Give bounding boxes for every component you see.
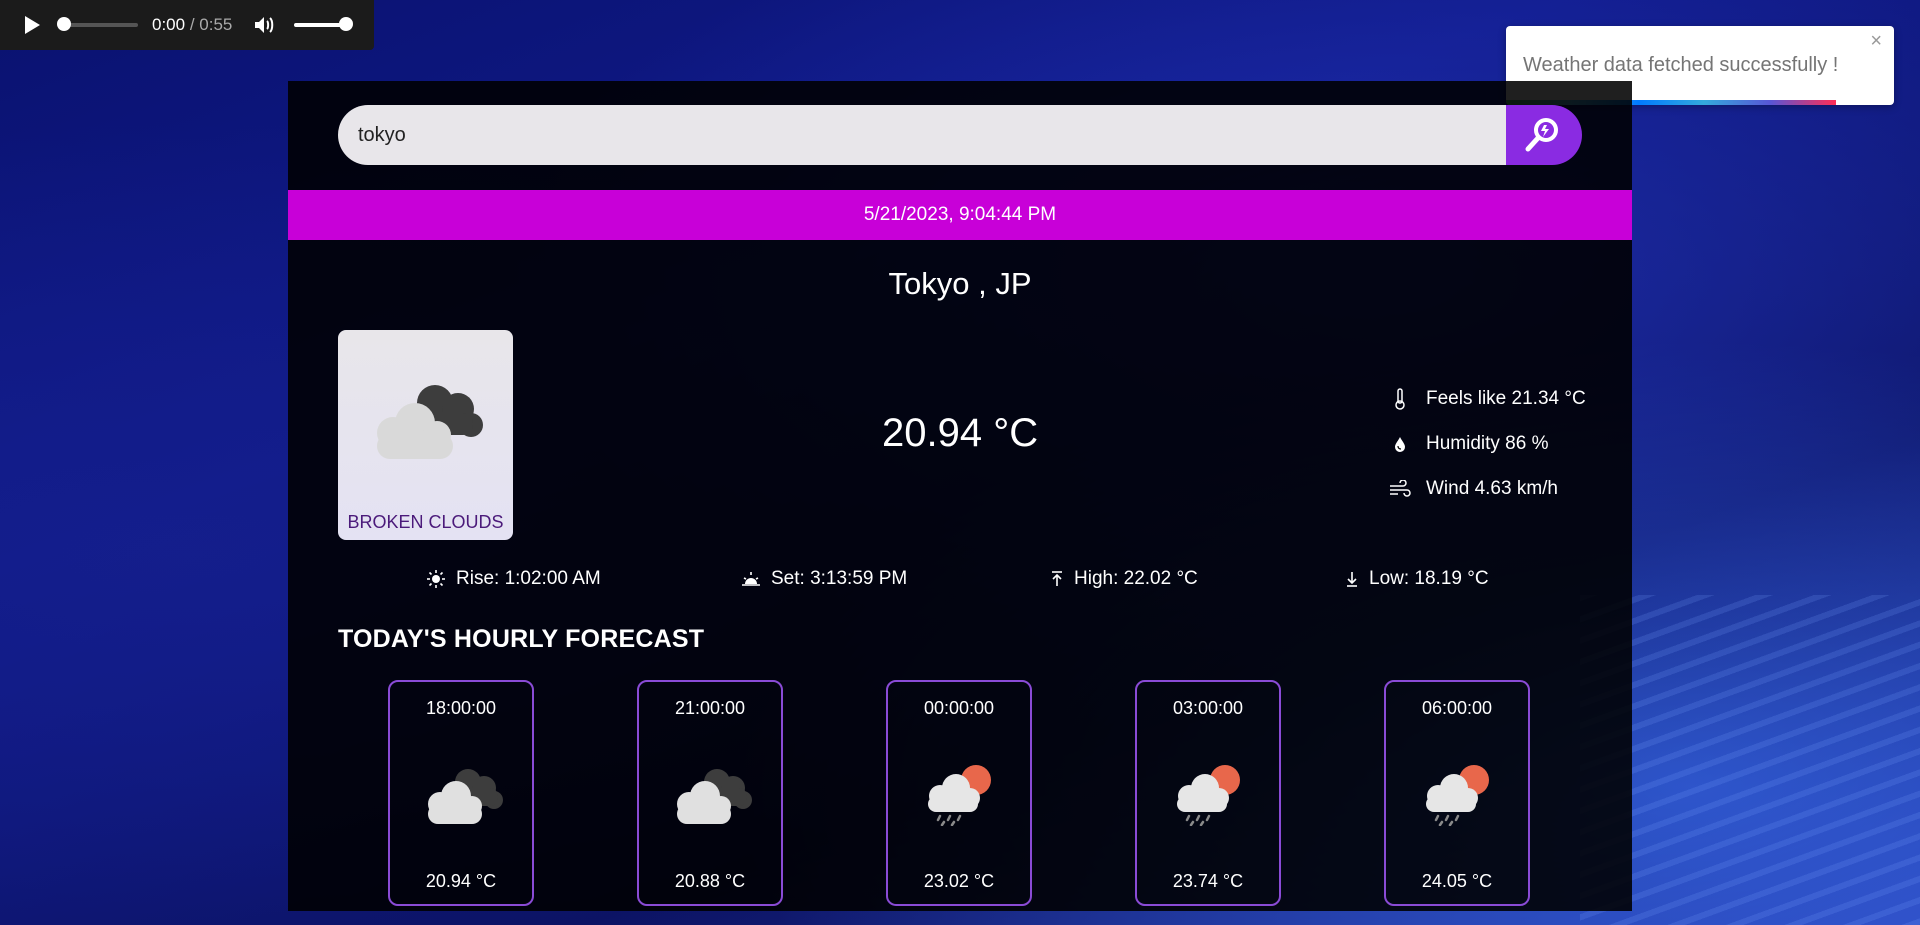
sunrise-text: Rise: 1:02:00 AM xyxy=(456,568,601,589)
rain-sun-icon xyxy=(1165,762,1255,831)
hour-time: 03:00:00 xyxy=(1172,698,1244,718)
sunset-text: Set: 3:13:59 PM xyxy=(771,568,908,589)
volume-slider[interactable] xyxy=(294,17,354,31)
datetime-bar: 5/21/2023, 9:04:44 PM xyxy=(288,190,1632,240)
low-temp-text: Low: 18.19 °C xyxy=(1369,568,1489,589)
hour-temp: 23.74 °C xyxy=(1172,871,1244,891)
hour-time: 00:00:00 xyxy=(923,698,995,718)
low-temp-item: Low: 18.19 °C xyxy=(1345,568,1489,590)
broken-clouds-icon xyxy=(667,762,757,831)
hourly-card: 21:00:00 20.88 °C xyxy=(637,680,783,906)
search-input[interactable] xyxy=(338,105,1506,165)
search-bar xyxy=(338,105,1582,165)
hourly-card: 18:00:00 20.94 °C xyxy=(388,680,534,906)
feels-like-text: Feels like 21.34 °C xyxy=(1426,387,1586,409)
current-temperature: 20.94 °C xyxy=(882,411,1039,455)
thermometer-icon xyxy=(1388,387,1412,410)
hourly-card: 06:00:00 24.05 °C xyxy=(1384,680,1530,906)
hour-temp: 23.02 °C xyxy=(923,871,995,891)
arrow-down-icon xyxy=(1345,570,1359,588)
volume-icon[interactable] xyxy=(254,15,276,35)
droplet-icon xyxy=(1388,436,1412,452)
search-icon xyxy=(1525,118,1558,152)
condition-label: BROKEN CLOUDS xyxy=(347,512,504,532)
city-name: Tokyo , JP xyxy=(888,266,1032,301)
seek-thumb[interactable] xyxy=(57,17,71,31)
humidity-row: Humidity 86 % xyxy=(1388,421,1586,466)
toast-message: Weather data fetched successfully ! xyxy=(1523,54,1839,76)
high-temp-item: High: 22.02 °C xyxy=(1050,568,1198,590)
high-temp-text: High: 22.02 °C xyxy=(1074,568,1198,589)
time-separator: / xyxy=(185,15,200,34)
search-button[interactable] xyxy=(1506,105,1582,165)
rain-sun-icon xyxy=(916,762,1006,831)
broken-clouds-icon xyxy=(363,375,488,470)
condition-card: BROKEN CLOUDS xyxy=(338,330,513,540)
current-time: 0:00 xyxy=(152,15,186,34)
hour-time: 06:00:00 xyxy=(1421,698,1493,718)
hour-time: 18:00:00 xyxy=(425,698,497,718)
hour-time: 21:00:00 xyxy=(674,698,746,718)
hourly-forecast-title: TODAY'S HOURLY FORECAST xyxy=(338,625,705,653)
arrow-up-icon xyxy=(1050,570,1064,588)
weather-details: Feels like 21.34 °C Humidity 86 % Wind 4… xyxy=(1388,376,1586,511)
hour-temp: 20.88 °C xyxy=(674,871,746,891)
volume-thumb[interactable] xyxy=(339,17,354,31)
close-icon[interactable]: × xyxy=(1870,30,1882,53)
feels-like-row: Feels like 21.34 °C xyxy=(1388,376,1586,421)
humidity-text: Humidity 86 % xyxy=(1426,432,1549,454)
wind-icon xyxy=(1388,479,1412,498)
play-icon[interactable] xyxy=(25,16,40,34)
audio-player: 0:00 / 0:55 xyxy=(0,0,374,50)
hour-temp: 24.05 °C xyxy=(1421,871,1493,891)
time-display: 0:00 / 0:55 xyxy=(152,15,232,35)
weather-panel: 5/21/2023, 9:04:44 PM Tokyo , JP xyxy=(288,81,1632,911)
sunset-icon xyxy=(741,570,761,588)
hour-temp: 20.94 °C xyxy=(425,871,497,891)
hourly-card: 03:00:00 23.74 °C xyxy=(1135,680,1281,906)
wind-row: Wind 4.63 km/h xyxy=(1388,466,1586,511)
rain-sun-icon xyxy=(1414,762,1504,831)
total-time: 0:55 xyxy=(199,15,233,34)
wind-text: Wind 4.63 km/h xyxy=(1426,477,1558,499)
sunset-item: Set: 3:13:59 PM xyxy=(741,568,907,590)
broken-clouds-icon xyxy=(418,762,508,831)
hourly-card: 00:00:00 23.02 °C xyxy=(886,680,1032,906)
sunrise-item: Rise: 1:02:00 AM xyxy=(426,568,601,590)
sun-icon xyxy=(426,569,446,589)
seek-slider[interactable] xyxy=(57,17,138,31)
